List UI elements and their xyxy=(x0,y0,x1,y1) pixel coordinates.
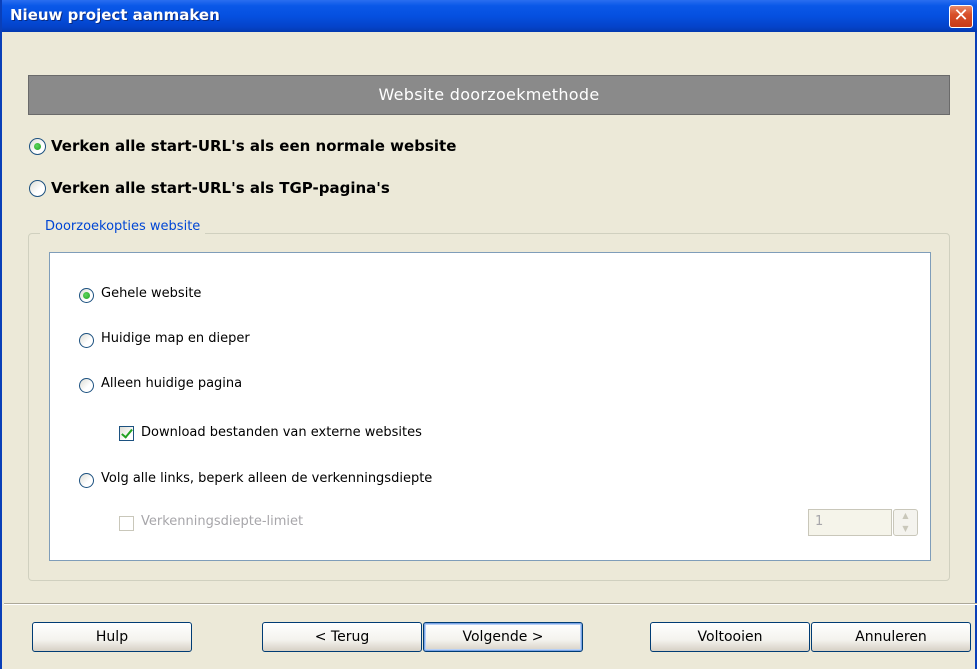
radio-current-folder-deeper[interactable] xyxy=(79,333,94,348)
radio-current-page-only[interactable] xyxy=(79,378,94,393)
footer-separator xyxy=(4,603,977,605)
spin-up-icon[interactable]: ▲ xyxy=(894,510,917,522)
back-button[interactable]: < Terug xyxy=(262,622,422,652)
checkbox-download-external-label[interactable]: Download bestanden van externe websites xyxy=(141,425,422,440)
checkbox-download-external[interactable] xyxy=(119,426,134,441)
radio-follow-all-links[interactable] xyxy=(79,473,94,488)
group-title: Doorzoekopties website xyxy=(40,219,206,234)
radio-follow-all-links-label[interactable]: Volg alle links, beperk alleen de verken… xyxy=(101,471,432,486)
radio-normal-website[interactable] xyxy=(29,138,46,155)
title-bar[interactable]: Nieuw project aanmaken ✕ xyxy=(2,0,977,32)
radio-whole-website-label[interactable]: Gehele website xyxy=(101,286,201,301)
checkbox-depth-limit[interactable] xyxy=(119,516,134,531)
depth-limit-input[interactable]: 1 xyxy=(808,509,892,536)
next-button[interactable]: Volgende > xyxy=(423,622,583,652)
radio-current-page-only-label[interactable]: Alleen huidige pagina xyxy=(101,376,242,391)
checkbox-depth-limit-label[interactable]: Verkenningsdiepte-limiet xyxy=(141,514,303,529)
radio-tgp-pages-label[interactable]: Verken alle start-URL's als TGP-pagina's xyxy=(51,179,390,197)
help-button[interactable]: Hulp xyxy=(32,622,192,652)
window-title: Nieuw project aanmaken xyxy=(10,6,220,24)
cancel-button[interactable]: Annuleren xyxy=(811,622,971,652)
radio-current-folder-deeper-label[interactable]: Huidige map en dieper xyxy=(101,331,250,346)
section-banner: Website doorzoekmethode xyxy=(28,75,950,115)
dialog-window: Nieuw project aanmaken ✕ Website doorzoe… xyxy=(0,0,977,669)
radio-normal-website-label[interactable]: Verken alle start-URL's als een normale … xyxy=(51,137,456,155)
finish-button[interactable]: Voltooien xyxy=(650,622,810,652)
spin-down-icon[interactable]: ▼ xyxy=(894,523,917,535)
radio-tgp-pages[interactable] xyxy=(29,180,46,197)
depth-limit-spinner[interactable]: ▲ ▼ xyxy=(893,509,918,536)
radio-whole-website[interactable] xyxy=(79,288,94,303)
close-icon[interactable]: ✕ xyxy=(949,5,973,28)
